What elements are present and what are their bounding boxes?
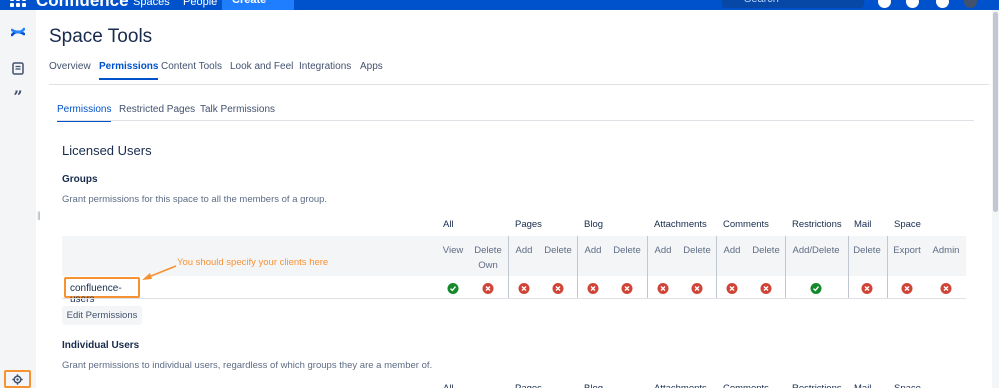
category-mail: Mail — [854, 219, 872, 230]
create-button[interactable]: Create — [222, 0, 294, 10]
subtab-talk-permissions[interactable]: Talk Permissions — [200, 104, 275, 115]
column-header-blog-add: Add — [584, 245, 602, 256]
annotation-text: You should specify your clients here — [177, 257, 329, 268]
permission-denied-icon — [940, 283, 952, 294]
tab-integrations[interactable]: Integrations — [299, 61, 351, 72]
category-comments: Comments — [723, 219, 769, 230]
permission-denied-icon — [657, 283, 669, 294]
category-all: All — [443, 219, 454, 230]
column-header-delete-own: Delete Own — [474, 245, 502, 271]
page-scrollbar[interactable] — [992, 10, 999, 388]
help-icon[interactable] — [878, 0, 891, 8]
tab-apps[interactable]: Apps — [360, 61, 383, 72]
individual-category-pages: Pages — [515, 383, 542, 388]
groups-heading: Groups — [62, 174, 98, 185]
category-restrictions: Restrictions — [792, 219, 842, 230]
category-blog: Blog — [584, 219, 604, 230]
blog-quote-icon[interactable]: ” — [0, 85, 36, 109]
subtabs-divider — [57, 120, 974, 121]
column-separator — [887, 236, 888, 298]
permission-denied-icon — [587, 283, 599, 294]
tab-permissions[interactable]: Permissions — [99, 61, 159, 80]
individual-category-mail: Mail — [854, 383, 871, 388]
licensed-users-title: Licensed Users — [62, 143, 152, 158]
app-name[interactable]: Confluence — [36, 0, 129, 10]
permission-denied-icon — [518, 283, 530, 294]
avatar[interactable] — [964, 0, 977, 8]
left-sidebar: ” — [0, 10, 36, 388]
column-header-comments-add: Add — [723, 245, 741, 256]
column-separator — [848, 236, 849, 298]
subtab-restricted-pages[interactable]: Restricted Pages — [119, 104, 195, 115]
column-header-attachments-add: Add — [654, 245, 672, 256]
page-title: Space Tools — [49, 26, 153, 47]
permission-denied-icon — [691, 283, 703, 294]
group-name-cell: confluence-users — [64, 277, 140, 305]
column-header-mail-delete: Delete — [853, 245, 881, 256]
permission-denied-icon — [552, 283, 564, 294]
column-separator — [716, 236, 717, 298]
category-attachments: Attachments — [654, 219, 707, 230]
tab-content-tools[interactable]: Content Tools — [161, 61, 222, 72]
annotation-arrow-icon — [142, 265, 177, 280]
app-switcher-icon[interactable] — [10, 0, 26, 7]
edit-permissions-button[interactable]: Edit Permissions — [62, 306, 142, 325]
column-header-view: View — [442, 245, 464, 256]
tabs-divider — [49, 84, 989, 85]
individual-category-blog: Blog — [584, 383, 603, 388]
search-input[interactable]: Search — [722, 0, 864, 8]
individual-category-all: All — [443, 383, 454, 388]
permission-denied-icon — [861, 283, 873, 294]
category-space: Space — [894, 219, 921, 230]
tab-look-and-feel[interactable]: Look and Feel — [230, 61, 293, 72]
column-separator — [647, 236, 648, 298]
individual-category-restrictions: Restrictions — [792, 383, 842, 388]
category-pages: Pages — [515, 219, 542, 230]
permission-denied-icon — [760, 283, 772, 294]
column-header-blog-delete: Delete — [613, 245, 641, 256]
individual-category-space: Space — [894, 383, 921, 388]
permission-denied-icon — [726, 283, 738, 294]
column-separator — [508, 236, 509, 298]
top-navigation: Confluence Spaces People Create Search — [0, 0, 999, 10]
column-header-restrictions-add-delete: Add/Delete — [792, 245, 840, 256]
column-separator — [785, 236, 786, 298]
tab-overview[interactable]: Overview — [49, 61, 91, 72]
column-separator — [577, 236, 578, 298]
permission-denied-icon — [901, 283, 913, 294]
permission-granted-icon — [447, 283, 459, 294]
permission-granted-icon — [810, 283, 822, 294]
column-header-pages-delete: Delete — [544, 245, 572, 256]
sidebar-resize-handle[interactable]: || — [37, 210, 41, 220]
individual-category-attachments: Attachments — [654, 383, 707, 388]
individual-category-comments: Comments — [723, 383, 769, 388]
individual-users-description: Grant permissions to individual users, r… — [62, 360, 433, 371]
column-header-space-admin: Admin — [932, 245, 960, 256]
pages-icon[interactable] — [0, 56, 36, 80]
column-header-attachments-delete: Delete — [683, 245, 711, 256]
permission-denied-icon — [482, 283, 494, 294]
space-settings-icon[interactable] — [4, 370, 31, 388]
column-header-space-export: Export — [893, 245, 921, 256]
column-header-pages-add: Add — [515, 245, 533, 256]
confluence-logo-icon[interactable] — [0, 20, 36, 44]
permission-denied-icon — [621, 283, 633, 294]
table-row-divider — [62, 298, 966, 299]
groups-description: Grant permissions for this space to all … — [62, 194, 328, 205]
settings-icon[interactable] — [906, 0, 919, 8]
nav-spaces-link[interactable]: Spaces — [133, 0, 170, 8]
nav-people-link[interactable]: People — [183, 0, 217, 8]
notifications-icon[interactable] — [936, 0, 949, 8]
individual-users-heading: Individual Users — [62, 340, 140, 351]
column-header-comments-delete: Delete — [752, 245, 780, 256]
